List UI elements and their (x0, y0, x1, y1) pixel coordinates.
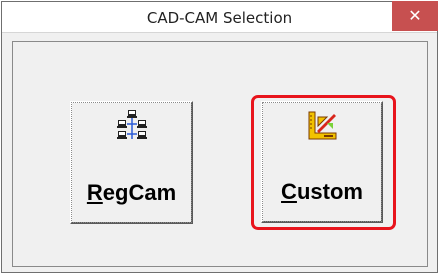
regcam-button[interactable]: RegCam (70, 101, 193, 224)
custom-button-highlight: Custom (251, 95, 396, 230)
close-button[interactable]: ✕ (392, 1, 438, 31)
custom-button[interactable]: Custom (261, 101, 383, 223)
close-icon: ✕ (408, 6, 422, 25)
custom-button-label: Custom (281, 179, 363, 204)
drafting-tools-icon (308, 111, 337, 140)
selection-panel: RegCam Custom (12, 41, 428, 267)
dialog-window: CAD-CAM Selection ✕ RegCam Custom (1, 1, 438, 273)
title-bar[interactable]: CAD-CAM Selection ✕ (2, 1, 438, 33)
regcam-button-label: RegCam (86, 180, 177, 205)
window-title: CAD-CAM Selection (146, 9, 293, 27)
network-icon (116, 110, 147, 139)
